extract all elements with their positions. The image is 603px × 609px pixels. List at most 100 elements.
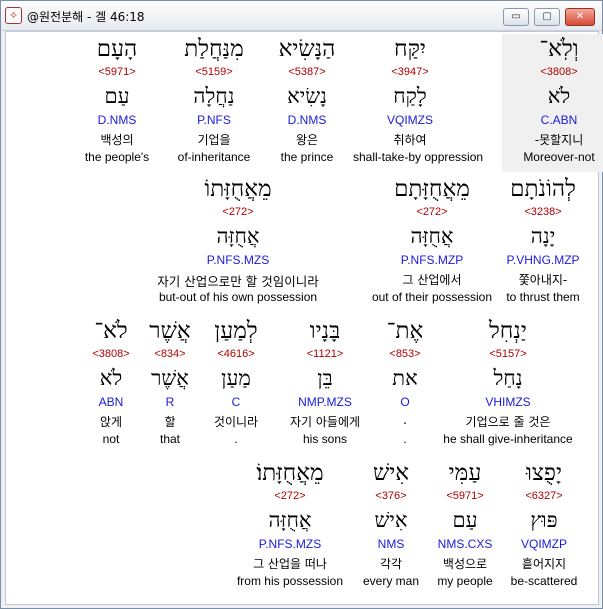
hebrew-lemma: עַם (104, 84, 130, 108)
hebrew-word: וְלֹֽא־ (539, 36, 579, 62)
word-cell[interactable]: בָּנָיו <1121> בֵּן NMP.MZS 자기 아들에게 his … (270, 316, 380, 454)
app-logo-icon[interactable]: ✧ (5, 7, 22, 24)
maximize-button[interactable]: ▢ (534, 8, 560, 26)
hebrew-lemma: אֲחֻזָּה (410, 224, 454, 248)
strong-number: <3808> (92, 348, 130, 360)
hebrew-word: מֵאֲחֻזָּתוֹ (204, 176, 272, 202)
hebrew-word: לֹא־ (94, 318, 128, 344)
interlinear-panel: וְלֹֽא־ <3808> לֹא C.ABN -못할지니 Moreover-… (5, 31, 603, 605)
hebrew-lemma: עַם (452, 508, 478, 532)
morph-code: VHIMZS (485, 395, 531, 409)
strong-number: <272> (416, 206, 448, 218)
hebrew-lemma: לֹא (99, 366, 123, 390)
korean-gloss: 자기 아들에게 (289, 415, 361, 429)
english-gloss: my people (437, 574, 493, 588)
english-gloss: his sons (302, 432, 348, 446)
english-gloss: shall-take-by oppression (353, 150, 484, 164)
word-cell[interactable]: לֹא־ <3808> לֹא ABN 앉게 not (82, 316, 140, 454)
hebrew-word: אֲשֶׁר (149, 318, 191, 344)
strong-number: <272> (274, 490, 306, 502)
english-gloss: of-inheritance (177, 150, 251, 164)
window-title: @원전분해 - 겔 46:18 (27, 10, 145, 24)
hebrew-lemma: אִישׁ (374, 508, 408, 532)
korean-gloss: 앉게 (99, 415, 123, 429)
strong-number: <3808> (540, 66, 578, 78)
minimize-button[interactable]: ▭ (503, 8, 529, 26)
korean-gloss: 백성의 (100, 133, 134, 147)
hebrew-lemma: אֲחֻזָּה (216, 224, 260, 248)
word-cell[interactable]: מִנַּחֲלַת <5159> נַחֲלָה P.NFS 기업을 of-i… (157, 34, 271, 172)
strong-number: <5971> (446, 490, 484, 502)
korean-gloss: -못할지니 (534, 133, 584, 147)
strong-number: <5159> (195, 66, 233, 78)
english-gloss: . (234, 432, 238, 446)
app-window: ✧ @원전분해 - 겔 46:18 ▭ ▢ ✕ וְלֹֽא־ <3808> ל… (0, 0, 603, 609)
hebrew-word: מִנַּחֲלַת (184, 36, 244, 62)
morph-code: D.NMS (97, 113, 137, 127)
hebrew-word: מֵאֲחֻזָּתוֹ׃ (256, 460, 324, 486)
hebrew-word: לְמַעַן (214, 318, 258, 344)
korean-gloss: 그 산업에서 (402, 273, 462, 287)
word-cell[interactable]: מֵאֲחֻזָּתוֹ׃ <272> אֲחֻזָּה P.NFS.MZS 그… (226, 458, 354, 596)
strong-number: <1121> (306, 348, 344, 360)
korean-gloss: 각각 (379, 557, 403, 571)
word-cell[interactable]: אִישׁ <376> אִישׁ NMS 각각 every man (352, 458, 430, 596)
word-cell[interactable]: מֵאֲחֻזָּתָם <272> אֲחֻזָּה P.NFS.MZP 그 … (362, 174, 502, 312)
hebrew-lemma: בֵּן (317, 366, 333, 390)
korean-gloss: 할 (164, 415, 176, 429)
close-button[interactable]: ✕ (565, 8, 595, 26)
hebrew-word: יַנְחִל (489, 318, 527, 344)
morph-code: VQIMZS (386, 113, 433, 127)
morph-code: ABN (98, 395, 124, 409)
korean-gloss: 백성으로 (442, 557, 488, 571)
word-cell[interactable]: עַמִּי <5971> עַם NMS.CXS 백성으로 my people (420, 458, 510, 596)
morph-code: C.ABN (540, 113, 578, 127)
word-cell[interactable]: אֲשֶׁר <834> אֲשֶׁר R 할 that (142, 316, 198, 454)
korean-gloss: 것이니라 (213, 415, 259, 429)
hebrew-word: הָעָם (96, 36, 138, 62)
word-cell[interactable]: יִקַּח <3947> לָקַח VQIMZS 취하여 shall-tak… (353, 34, 484, 172)
english-gloss: to thrust them (506, 290, 580, 304)
english-gloss: the people's (84, 150, 150, 164)
morph-code: NMS (377, 537, 405, 551)
word-cell[interactable]: הָעָם <5971> עַם D.NMS 백성의 the people's (60, 34, 174, 172)
word-cell[interactable]: לְהוֹנֹתָם <3238> יָנָה P.VHNG.MZP 쫓아내지-… (486, 174, 600, 312)
hebrew-lemma: לָקַח (393, 84, 427, 108)
strong-number: <3238> (524, 206, 562, 218)
morph-code: P.NFS.MZP (400, 253, 464, 267)
word-cell[interactable]: וְלֹֽא־ <3808> לֹא C.ABN -못할지니 Moreover-… (502, 34, 603, 172)
strong-number: <5971> (98, 66, 136, 78)
english-gloss: that (159, 432, 180, 446)
word-cell[interactable]: יַנְחִל <5157> נָחַל VHIMZS 기업으로 줄 것은 he… (438, 316, 578, 454)
title-bar[interactable]: ✧ @원전분해 - 겔 46:18 ▭ ▢ ✕ (1, 1, 602, 31)
morph-code: P.NFS.MZS (206, 253, 270, 267)
hebrew-word: מֵאֲחֻזָּתָם (394, 176, 470, 202)
hebrew-lemma: אֲשֶׁר (151, 366, 189, 390)
word-cell[interactable]: לְמַעַן <4616> מַעַן C 것이니라 . (200, 316, 272, 454)
strong-number: <834> (154, 348, 186, 360)
hebrew-lemma: יָנָה (530, 224, 556, 248)
morph-code: P.NFS (197, 113, 231, 127)
hebrew-lemma: נָחַל (493, 366, 523, 390)
korean-gloss: 취하여 (393, 133, 427, 147)
hebrew-lemma: אֲחֻזָּה (268, 508, 312, 532)
english-gloss: he shall give-inheritance (443, 432, 573, 446)
korean-gloss: 기업을 (197, 133, 231, 147)
word-cell[interactable]: מֵאֲחֻזָּתוֹ <272> אֲחֻזָּה P.NFS.MZS 자기… (123, 174, 353, 312)
korean-gloss: 그 산업을 떠나 (253, 557, 327, 571)
english-gloss: from his possession (236, 574, 344, 588)
hebrew-lemma: לֹא (547, 84, 571, 108)
morph-code: R (165, 395, 175, 409)
strong-number: <376> (375, 490, 407, 502)
english-gloss: out of their possession (371, 290, 493, 304)
english-gloss: every man (362, 574, 420, 588)
korean-gloss: 자기 산업으로만 할 것임이니라 (157, 274, 319, 289)
strong-number: <3947> (391, 66, 429, 78)
strong-number: <272> (222, 206, 254, 218)
morph-code: P.VHNG.MZP (506, 253, 580, 267)
hebrew-word: בָּנָיו (309, 318, 341, 344)
korean-gloss: 쫓아내지- (518, 273, 568, 287)
hebrew-word: אִישׁ (372, 460, 410, 486)
morph-code: C (231, 395, 241, 409)
morph-code: NMP.MZS (298, 395, 352, 409)
